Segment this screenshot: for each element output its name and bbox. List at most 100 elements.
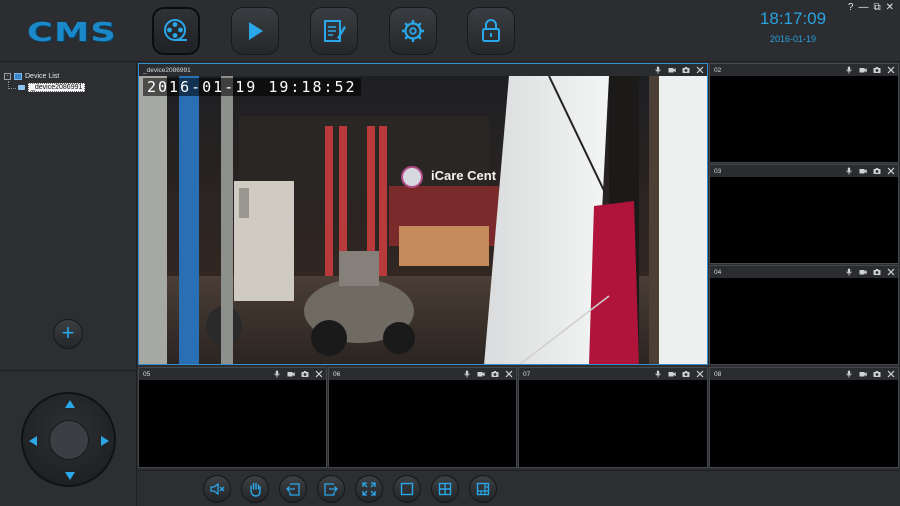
snapshot-camera-icon	[682, 371, 690, 377]
channel-video-area[interactable]	[710, 177, 898, 263]
microphone-button[interactable]	[273, 370, 281, 378]
snapshot-button[interactable]	[873, 66, 881, 74]
close-icon	[315, 370, 323, 378]
lock-button[interactable]	[467, 7, 515, 55]
channel-video-area[interactable]	[710, 380, 898, 467]
channel-main[interactable]: _device2086991 iCare Cent 2016-01-19 19:…	[138, 63, 708, 365]
record-button[interactable]	[859, 66, 867, 74]
snapshot-camera-icon	[873, 269, 881, 275]
snapshot-camera-icon	[682, 67, 690, 73]
video-record-icon	[668, 372, 676, 377]
previous-page-icon	[286, 483, 300, 496]
record-button[interactable]	[859, 370, 867, 378]
device-tree-item[interactable]: _device2086991	[18, 83, 86, 92]
add-device-button[interactable]: +	[53, 319, 83, 349]
close-channel-button[interactable]	[887, 167, 895, 175]
channel-08[interactable]: 08	[709, 367, 899, 468]
camera-scene-image	[139, 76, 707, 364]
channel-video-area[interactable]	[710, 76, 898, 162]
channel-03[interactable]: 03	[709, 164, 899, 264]
close-channel-button[interactable]	[696, 66, 704, 74]
channel-video-area[interactable]	[329, 380, 516, 467]
tree-connector	[8, 81, 16, 89]
help-button[interactable]: ?	[848, 2, 854, 13]
minimize-button[interactable]: —	[858, 2, 868, 13]
channel-07[interactable]: 07	[518, 367, 708, 468]
channel-02[interactable]: 02	[709, 63, 899, 163]
channel-icons	[463, 368, 513, 380]
close-channel-button[interactable]	[887, 268, 895, 276]
clock-date: 2016-01-19	[769, 34, 817, 44]
restore-button[interactable]: ⧉	[873, 2, 880, 13]
channel-label: 02	[714, 66, 722, 74]
snapshot-button[interactable]	[491, 370, 499, 378]
tree-collapse-toggle[interactable]: -	[4, 73, 11, 80]
bottom-toolbar	[137, 470, 900, 506]
ptz-left-arrow-icon[interactable]	[29, 436, 37, 446]
channel-video-area[interactable]	[139, 380, 326, 467]
record-button[interactable]	[477, 370, 485, 378]
snapshot-button[interactable]	[682, 370, 690, 378]
video-record-icon	[859, 372, 867, 377]
video-timestamp-osd: 2016-01-19 19:18:52	[143, 78, 361, 96]
microphone-button[interactable]	[654, 370, 662, 378]
channel-label: 08	[714, 370, 722, 378]
device-list-root[interactable]: - Device List	[4, 73, 59, 80]
channel-04[interactable]: 04	[709, 265, 899, 365]
microphone-button[interactable]	[463, 370, 471, 378]
previous-page-button[interactable]	[279, 475, 307, 503]
fullscreen-icon	[362, 482, 376, 496]
channel-title-bar: _device2086991	[139, 64, 707, 76]
close-window-button[interactable]: ✕	[886, 2, 894, 13]
channel-video-area[interactable]	[710, 278, 898, 364]
close-channel-button[interactable]	[887, 66, 895, 74]
single-view-button[interactable]	[393, 475, 421, 503]
mute-button[interactable]	[203, 475, 231, 503]
channel-06[interactable]: 06	[328, 367, 517, 468]
clock-time: 18:17:09	[759, 9, 827, 28]
live-view-button[interactable]	[152, 7, 200, 55]
ptz-hand-button[interactable]	[241, 475, 269, 503]
record-button[interactable]	[287, 370, 295, 378]
playback-button[interactable]	[231, 7, 279, 55]
close-channel-button[interactable]	[505, 370, 513, 378]
snapshot-button[interactable]	[873, 370, 881, 378]
folder-icon	[14, 73, 22, 80]
next-page-button[interactable]	[317, 475, 345, 503]
microphone-icon	[846, 268, 852, 276]
multi-view-button[interactable]	[469, 475, 497, 503]
snapshot-camera-icon	[301, 371, 309, 377]
snapshot-button[interactable]	[873, 268, 881, 276]
record-button[interactable]	[668, 66, 676, 74]
close-channel-button[interactable]	[696, 370, 704, 378]
snapshot-button[interactable]	[682, 66, 690, 74]
quad-view-button[interactable]	[431, 475, 459, 503]
channel-video-area[interactable]	[519, 380, 707, 467]
channel-title-bar: 05	[139, 368, 326, 380]
snapshot-button[interactable]	[873, 167, 881, 175]
video-record-icon	[477, 372, 485, 377]
record-button[interactable]	[668, 370, 676, 378]
ptz-down-arrow-icon[interactable]	[65, 472, 75, 480]
settings-button[interactable]	[389, 7, 437, 55]
store-sign-text: iCare Cent	[431, 168, 497, 183]
snapshot-button[interactable]	[301, 370, 309, 378]
microphone-button[interactable]	[654, 66, 662, 74]
ptz-up-arrow-icon[interactable]	[65, 400, 75, 408]
log-button[interactable]	[310, 7, 358, 55]
microphone-button[interactable]	[845, 370, 853, 378]
live-video-feed[interactable]: iCare Cent 2016-01-19 19:18:52	[139, 76, 707, 364]
close-channel-button[interactable]	[315, 370, 323, 378]
record-button[interactable]	[859, 167, 867, 175]
channel-title-bar: 06	[329, 368, 516, 380]
close-channel-button[interactable]	[887, 370, 895, 378]
ptz-right-arrow-icon[interactable]	[101, 436, 109, 446]
record-button[interactable]	[859, 268, 867, 276]
microphone-button[interactable]	[845, 268, 853, 276]
ptz-center-button[interactable]	[49, 420, 89, 460]
fullscreen-button[interactable]	[355, 475, 383, 503]
microphone-button[interactable]	[845, 167, 853, 175]
channel-05[interactable]: 05	[138, 367, 327, 468]
channel-label: 06	[333, 370, 341, 378]
microphone-button[interactable]	[845, 66, 853, 74]
